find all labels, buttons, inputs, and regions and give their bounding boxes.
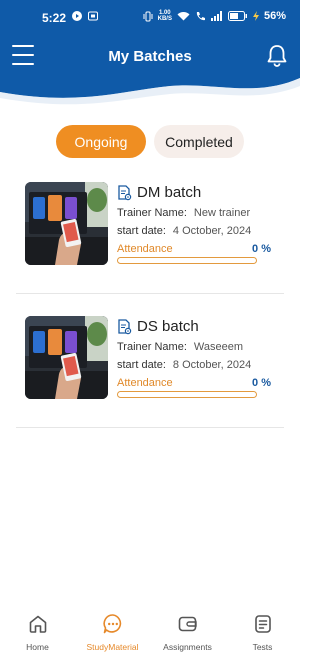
charging-bolt-icon: [252, 11, 259, 21]
status-time: 5:22: [42, 11, 67, 25]
trainer-label: Trainer Name:: [117, 207, 187, 219]
nav-assignments[interactable]: Assignments: [150, 612, 225, 667]
batch-title: DS batch: [137, 318, 199, 335]
nav-assignments-label: Assignments: [163, 642, 212, 652]
trainer-name: Waseeem: [193, 341, 243, 353]
nav-home-label: Home: [26, 642, 49, 652]
document-settings-icon: [118, 184, 132, 200]
net-speed-unit: KB/S: [157, 16, 172, 22]
wallet-icon: [178, 616, 197, 632]
tab-ongoing[interactable]: Ongoing: [56, 125, 146, 158]
attendance-label: Attendance: [117, 243, 173, 255]
vibrate-icon: [143, 11, 153, 21]
battery-icon: [227, 11, 247, 21]
hamburger-icon-line: [12, 45, 34, 47]
nav-study-material[interactable]: StudyMaterial: [75, 612, 150, 667]
wifi-icon: [177, 12, 190, 21]
app-header: 5:22 1.00 KB/S 56% My Batches: [0, 0, 300, 106]
play-circle-icon: [72, 11, 82, 21]
nav-tests[interactable]: Tests: [225, 612, 300, 667]
batch-card-dm[interactable]: DM batch Trainer Name: New trainer start…: [16, 160, 284, 294]
document-settings-icon: [118, 318, 132, 334]
attendance-percent: 0 %: [252, 243, 271, 255]
batch-info: DS batch Trainer Name: Waseeem start dat…: [117, 318, 277, 398]
signal-icon: [210, 11, 222, 21]
status-bar: 5:22 1.00 KB/S 56%: [0, 0, 300, 34]
batch-thumbnail: [25, 182, 108, 265]
batch-thumbnail-image: [25, 316, 108, 399]
batch-status-tabs: Ongoing Completed: [56, 125, 244, 158]
start-date-label: start date:: [117, 359, 166, 371]
attendance-progress-bar: [117, 391, 257, 398]
trainer-name: New trainer: [193, 207, 251, 219]
notifications-button[interactable]: [266, 44, 288, 68]
batch-info: DM batch Trainer Name: New trainer start…: [117, 184, 277, 264]
batch-thumbnail-image: [25, 182, 108, 265]
nav-tests-label: Tests: [252, 642, 273, 652]
call-wifi-icon: [196, 11, 205, 20]
home-icon: [29, 615, 46, 633]
chat-bubble-icon: [102, 614, 121, 634]
net-speed: 1.00 KB/S: [158, 10, 172, 22]
document-list-icon: [254, 615, 271, 633]
start-date-label: start date:: [117, 225, 166, 237]
trainer-label: Trainer Name:: [117, 341, 187, 353]
bell-icon: [267, 45, 287, 67]
nav-study-material-label: StudyMaterial: [86, 642, 139, 652]
attendance-label: Attendance: [117, 377, 173, 389]
bottom-navigation: Home StudyMaterial Assignments Tests: [0, 612, 300, 667]
attendance-percent: 0 %: [252, 377, 271, 389]
batch-title: DM batch: [137, 184, 202, 201]
notification-square-icon: [88, 11, 98, 21]
batch-thumbnail: [25, 316, 108, 399]
batch-card-ds[interactable]: DS batch Trainer Name: Waseeem start dat…: [16, 294, 284, 428]
battery-percent: 56%: [263, 10, 286, 22]
attendance-progress-bar: [117, 257, 257, 264]
page-title: My Batches: [108, 48, 192, 65]
nav-home[interactable]: Home: [0, 612, 75, 667]
start-date: 4 October, 2024: [172, 225, 252, 237]
start-date: 8 October, 2024: [172, 359, 252, 371]
tab-completed[interactable]: Completed: [154, 125, 244, 158]
